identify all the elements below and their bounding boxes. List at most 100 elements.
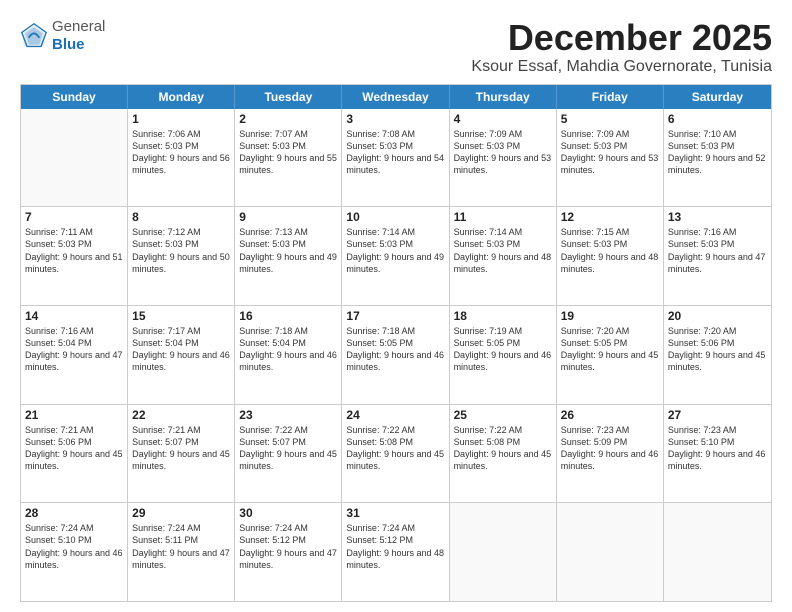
day-number: 5	[561, 112, 659, 126]
day-info: Sunrise: 7:16 AM Sunset: 5:03 PM Dayligh…	[668, 226, 767, 275]
logo-blue: Blue	[52, 36, 85, 53]
day-cell-16: 16 Sunrise: 7:18 AM Sunset: 5:04 PM Dayli…	[235, 306, 342, 404]
day-number: 21	[25, 408, 123, 422]
day-cell-14: 14Sunrise: 7:16 AM Sunset: 5:04 PM Dayli…	[21, 306, 128, 404]
logo-text: General Blue	[52, 18, 105, 54]
day-cell-empty	[21, 109, 128, 207]
day-info: Sunrise: 7:10 AM Sunset: 5:03 PM Dayligh…	[668, 128, 767, 177]
day-info: Sunrise: 7:22 AM Sunset: 5:08 PM Dayligh…	[346, 424, 444, 473]
day-number: 28	[25, 506, 123, 520]
day-info: Sunrise: 7:22 AM Sunset: 5:07 PM Dayligh…	[239, 424, 337, 473]
day-number: 19	[561, 309, 659, 323]
day-cell-30: 30 Sunrise: 7:24 AM Sunset: 5:12 PM Dayli…	[235, 503, 342, 601]
calendar-row-0: 1 Sunrise: 7:06 AM Sunset: 5:03 PM Daylig…	[21, 109, 771, 207]
day-number: 16	[239, 309, 337, 323]
header: General Blue December 2025 Ksour Essaf, …	[20, 18, 772, 76]
day-info: Sunrise: 7:22 AM Sunset: 5:08 PM Dayligh…	[454, 424, 552, 473]
calendar-row-2: 14Sunrise: 7:16 AM Sunset: 5:04 PM Dayli…	[21, 305, 771, 404]
day-info: Sunrise: 7:09 AM Sunset: 5:03 PM Dayligh…	[454, 128, 552, 177]
day-info: Sunrise: 7:09 AM Sunset: 5:03 PM Dayligh…	[561, 128, 659, 177]
day-info: Sunrise: 7:06 AM Sunset: 5:03 PM Dayligh…	[132, 128, 230, 177]
header-day-saturday: Saturday	[664, 85, 771, 109]
day-info: Sunrise: 7:24 AM Sunset: 5:10 PM Dayligh…	[25, 522, 123, 571]
day-info: Sunrise: 7:08 AM Sunset: 5:03 PM Dayligh…	[346, 128, 444, 177]
calendar-header: SundayMondayTuesdayWednesdayThursdayFrid…	[21, 85, 771, 109]
day-number: 24	[346, 408, 444, 422]
day-info: Sunrise: 7:14 AM Sunset: 5:03 PM Dayligh…	[346, 226, 444, 275]
day-number: 30	[239, 506, 337, 520]
calendar: SundayMondayTuesdayWednesdayThursdayFrid…	[20, 84, 772, 602]
day-cell-3: 3 Sunrise: 7:08 AM Sunset: 5:03 PM Daylig…	[342, 109, 449, 207]
day-number: 9	[239, 210, 337, 224]
day-info: Sunrise: 7:23 AM Sunset: 5:10 PM Dayligh…	[668, 424, 767, 473]
day-cell-13: 13Sunrise: 7:16 AM Sunset: 5:03 PM Dayli…	[664, 207, 771, 305]
day-cell-6: 6 Sunrise: 7:10 AM Sunset: 5:03 PM Daylig…	[664, 109, 771, 207]
logo: General Blue	[20, 18, 105, 54]
day-cell-7: 7 Sunrise: 7:11 AM Sunset: 5:03 PM Daylig…	[21, 207, 128, 305]
day-number: 11	[454, 210, 552, 224]
day-cell-22: 22 Sunrise: 7:21 AM Sunset: 5:07 PM Dayli…	[128, 405, 235, 503]
day-info: Sunrise: 7:24 AM Sunset: 5:12 PM Dayligh…	[239, 522, 337, 571]
day-info: Sunrise: 7:20 AM Sunset: 5:06 PM Dayligh…	[668, 325, 767, 374]
day-cell-18: 18 Sunrise: 7:19 AM Sunset: 5:05 PM Dayli…	[450, 306, 557, 404]
calendar-body: 1 Sunrise: 7:06 AM Sunset: 5:03 PM Daylig…	[21, 109, 771, 601]
day-info: Sunrise: 7:23 AM Sunset: 5:09 PM Dayligh…	[561, 424, 659, 473]
day-number: 20	[668, 309, 767, 323]
calendar-row-3: 21 Sunrise: 7:21 AM Sunset: 5:06 PM Dayli…	[21, 404, 771, 503]
day-number: 8	[132, 210, 230, 224]
day-number: 18	[454, 309, 552, 323]
day-info: Sunrise: 7:07 AM Sunset: 5:03 PM Dayligh…	[239, 128, 337, 177]
day-info: Sunrise: 7:12 AM Sunset: 5:03 PM Dayligh…	[132, 226, 230, 275]
day-number: 22	[132, 408, 230, 422]
day-info: Sunrise: 7:17 AM Sunset: 5:04 PM Dayligh…	[132, 325, 230, 374]
day-number: 25	[454, 408, 552, 422]
title-block: December 2025 Ksour Essaf, Mahdia Govern…	[471, 18, 772, 76]
day-number: 10	[346, 210, 444, 224]
day-number: 2	[239, 112, 337, 126]
logo-icon	[20, 22, 48, 50]
day-number: 17	[346, 309, 444, 323]
day-info: Sunrise: 7:14 AM Sunset: 5:03 PM Dayligh…	[454, 226, 552, 275]
day-info: Sunrise: 7:19 AM Sunset: 5:05 PM Dayligh…	[454, 325, 552, 374]
day-cell-1: 1 Sunrise: 7:06 AM Sunset: 5:03 PM Daylig…	[128, 109, 235, 207]
day-cell-23: 23 Sunrise: 7:22 AM Sunset: 5:07 PM Dayli…	[235, 405, 342, 503]
day-info: Sunrise: 7:18 AM Sunset: 5:04 PM Dayligh…	[239, 325, 337, 374]
day-number: 12	[561, 210, 659, 224]
day-number: 3	[346, 112, 444, 126]
subtitle: Ksour Essaf, Mahdia Governorate, Tunisia	[471, 58, 772, 76]
day-cell-empty	[664, 503, 771, 601]
day-cell-17: 17 Sunrise: 7:18 AM Sunset: 5:05 PM Dayli…	[342, 306, 449, 404]
day-info: Sunrise: 7:24 AM Sunset: 5:11 PM Dayligh…	[132, 522, 230, 571]
header-day-thursday: Thursday	[450, 85, 557, 109]
day-number: 7	[25, 210, 123, 224]
day-cell-21: 21 Sunrise: 7:21 AM Sunset: 5:06 PM Dayli…	[21, 405, 128, 503]
day-number: 31	[346, 506, 444, 520]
day-number: 23	[239, 408, 337, 422]
header-day-sunday: Sunday	[21, 85, 128, 109]
day-number: 26	[561, 408, 659, 422]
day-cell-5: 5 Sunrise: 7:09 AM Sunset: 5:03 PM Daylig…	[557, 109, 664, 207]
day-info: Sunrise: 7:21 AM Sunset: 5:07 PM Dayligh…	[132, 424, 230, 473]
header-day-monday: Monday	[128, 85, 235, 109]
day-number: 1	[132, 112, 230, 126]
day-number: 6	[668, 112, 767, 126]
day-cell-8: 8 Sunrise: 7:12 AM Sunset: 5:03 PM Daylig…	[128, 207, 235, 305]
day-cell-10: 10 Sunrise: 7:14 AM Sunset: 5:03 PM Dayli…	[342, 207, 449, 305]
day-cell-26: 26 Sunrise: 7:23 AM Sunset: 5:09 PM Dayli…	[557, 405, 664, 503]
day-info: Sunrise: 7:15 AM Sunset: 5:03 PM Dayligh…	[561, 226, 659, 275]
day-cell-empty	[450, 503, 557, 601]
day-info: Sunrise: 7:11 AM Sunset: 5:03 PM Dayligh…	[25, 226, 123, 275]
calendar-row-4: 28 Sunrise: 7:24 AM Sunset: 5:10 PM Dayli…	[21, 502, 771, 601]
header-day-wednesday: Wednesday	[342, 85, 449, 109]
day-cell-4: 4 Sunrise: 7:09 AM Sunset: 5:03 PM Daylig…	[450, 109, 557, 207]
day-info: Sunrise: 7:18 AM Sunset: 5:05 PM Dayligh…	[346, 325, 444, 374]
day-number: 4	[454, 112, 552, 126]
day-cell-11: 11 Sunrise: 7:14 AM Sunset: 5:03 PM Dayli…	[450, 207, 557, 305]
day-number: 14	[25, 309, 123, 323]
day-cell-20: 20 Sunrise: 7:20 AM Sunset: 5:06 PM Dayli…	[664, 306, 771, 404]
logo-general: General	[52, 18, 105, 35]
day-info: Sunrise: 7:20 AM Sunset: 5:05 PM Dayligh…	[561, 325, 659, 374]
header-day-tuesday: Tuesday	[235, 85, 342, 109]
day-info: Sunrise: 7:21 AM Sunset: 5:06 PM Dayligh…	[25, 424, 123, 473]
month-title: December 2025	[471, 18, 772, 58]
